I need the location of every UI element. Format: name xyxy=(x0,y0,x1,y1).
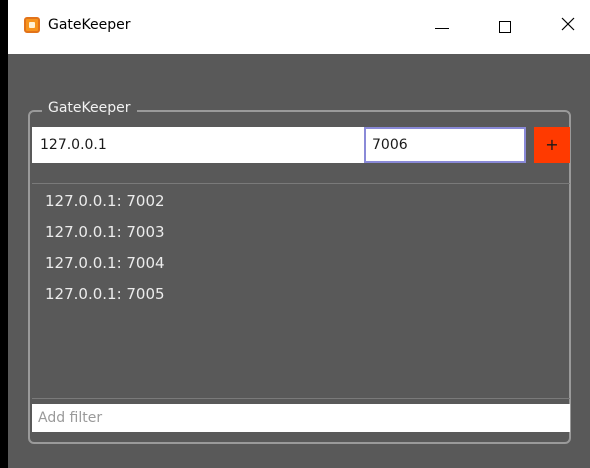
close-button[interactable] xyxy=(544,0,590,54)
groupbox-title: GateKeeper xyxy=(42,100,137,116)
app-icon xyxy=(24,17,40,33)
list-item[interactable]: 127.0.0.1: 7004 xyxy=(45,254,165,278)
list-item[interactable]: 127.0.0.1: 7005 xyxy=(45,285,165,309)
port-input[interactable] xyxy=(364,127,526,163)
maximize-icon xyxy=(499,21,511,33)
app-window: GateKeeper GateKeeper + 127.0.0.1: 7002 … xyxy=(8,0,590,468)
entry-list[interactable]: 127.0.0.1: 7002 127.0.0.1: 7003 127.0.0.… xyxy=(32,183,570,399)
window-title: GateKeeper xyxy=(48,17,131,33)
close-icon xyxy=(561,17,575,31)
list-item[interactable]: 127.0.0.1: 7002 xyxy=(45,192,165,216)
list-item[interactable]: 127.0.0.1: 7003 xyxy=(45,223,165,247)
maximize-button[interactable] xyxy=(483,0,529,54)
add-entry-button[interactable]: + xyxy=(534,127,570,163)
host-input[interactable] xyxy=(32,127,366,163)
minimize-icon xyxy=(435,28,449,29)
title-bar[interactable]: GateKeeper xyxy=(8,0,590,54)
filter-input[interactable] xyxy=(32,404,570,432)
minimize-button[interactable] xyxy=(419,0,465,54)
